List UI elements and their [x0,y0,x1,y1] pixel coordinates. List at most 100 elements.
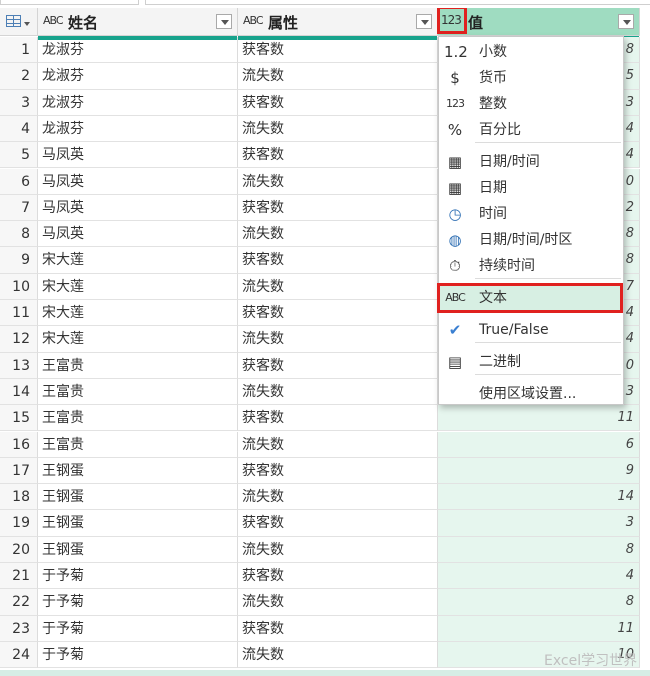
row-number[interactable]: 18 [0,484,38,511]
cell-name[interactable]: 王钢蛋 [38,457,238,485]
menu-item-locale[interactable]: 使用区域设置... [439,381,623,407]
cell-attr[interactable]: 流失数 [238,115,438,143]
row-number[interactable]: 19 [0,510,38,537]
cell-attr[interactable]: 流失数 [238,221,438,248]
cell-name[interactable]: 于予菊 [38,615,238,642]
row-number[interactable]: 8 [0,221,38,248]
cell-attr[interactable]: 获客数 [238,89,438,116]
cell-name[interactable]: 王富贵 [38,405,238,432]
cell-name[interactable]: 王富贵 [38,352,238,379]
cell-name[interactable]: 于予菊 [38,563,238,590]
cell-attr[interactable]: 流失数 [238,63,438,90]
row-number[interactable]: 20 [0,536,38,563]
row-number[interactable]: 6 [0,168,38,195]
menu-item-decimal[interactable]: 1.2 小数 [439,39,623,65]
cell-name[interactable]: 马凤英 [38,194,238,222]
menu-item-text[interactable]: ABC 文本 [437,283,623,313]
cell-name[interactable]: 马凤英 [38,142,238,169]
cell-name[interactable]: 于予菊 [38,641,238,669]
menu-item-currency[interactable]: $ 货币 [439,65,623,91]
menu-item-duration[interactable]: ⏱ 持续时间 [439,253,623,279]
menu-item-percent[interactable]: % 百分比 [439,117,623,143]
name-box[interactable] [0,0,139,5]
cell-name[interactable]: 马凤英 [38,221,238,248]
cell-value[interactable]: 8 [438,589,640,616]
cell-attr[interactable]: 流失数 [238,589,438,616]
row-number[interactable]: 12 [0,326,38,353]
filter-dropdown-button[interactable] [216,14,232,29]
cell-value[interactable]: 11 [438,615,640,642]
cell-value[interactable]: 9 [438,457,640,485]
menu-item-binary[interactable]: ▤ 二进制 [439,349,623,375]
row-number[interactable]: 4 [0,115,38,143]
cell-attr[interactable]: 获客数 [238,405,438,432]
menu-item-whole-number[interactable]: 123 整数 [439,91,623,117]
row-number[interactable]: 5 [0,142,38,169]
text-type-icon[interactable]: ABC [243,14,264,27]
cell-attr[interactable]: 流失数 [238,168,438,195]
cell-value[interactable]: 4 [438,563,640,590]
cell-attr[interactable]: 获客数 [238,142,438,169]
row-number[interactable]: 13 [0,352,38,379]
row-number[interactable]: 17 [0,457,38,485]
row-number[interactable]: 10 [0,273,38,300]
cell-name[interactable]: 王富贵 [38,431,238,458]
menu-item-datetimezone[interactable]: ◍ 日期/时间/时区 [439,227,623,253]
row-number[interactable]: 1 [0,37,38,64]
row-number[interactable]: 15 [0,405,38,432]
cell-name[interactable]: 龙淑芬 [38,115,238,143]
cell-attr[interactable]: 流失数 [238,273,438,300]
row-number[interactable]: 11 [0,300,38,327]
cell-name[interactable]: 宋大莲 [38,300,238,327]
cell-name[interactable]: 宋大莲 [38,326,238,353]
row-number[interactable]: 23 [0,615,38,642]
row-number[interactable]: 7 [0,194,38,222]
column-header-attr[interactable]: ABC 属性 [238,8,438,40]
filter-dropdown-button[interactable] [416,14,432,29]
cell-name[interactable]: 龙淑芬 [38,63,238,90]
cell-attr[interactable]: 获客数 [238,615,438,642]
cell-name[interactable]: 宋大莲 [38,273,238,300]
cell-attr[interactable]: 获客数 [238,37,438,64]
menu-item-time[interactable]: ◷ 时间 [439,201,623,227]
cell-attr[interactable]: 获客数 [238,194,438,222]
row-number[interactable]: 9 [0,247,38,274]
cell-value[interactable]: 11 [438,405,640,432]
cell-name[interactable]: 王钢蛋 [38,510,238,537]
cell-attr[interactable]: 流失数 [238,326,438,353]
whole-number-type-icon[interactable]: 123 [441,13,462,27]
cell-attr[interactable]: 获客数 [238,352,438,379]
cell-name[interactable]: 王钢蛋 [38,484,238,511]
cell-value[interactable]: 8 [438,536,640,563]
table-menu-button[interactable] [0,8,38,36]
cell-attr[interactable]: 获客数 [238,457,438,485]
cell-attr[interactable]: 获客数 [238,563,438,590]
row-number[interactable]: 2 [0,63,38,90]
cell-attr[interactable]: 流失数 [238,536,438,563]
cell-attr[interactable]: 流失数 [238,641,438,669]
row-number[interactable]: 16 [0,431,38,458]
row-number[interactable]: 21 [0,563,38,590]
column-header-name[interactable]: ABC 姓名 [38,8,238,40]
cell-name[interactable]: 宋大莲 [38,247,238,274]
cell-name[interactable]: 王富贵 [38,378,238,406]
formula-box[interactable] [145,0,650,5]
cell-name[interactable]: 龙淑芬 [38,89,238,116]
cell-attr[interactable]: 流失数 [238,378,438,406]
cell-value[interactable]: 14 [438,484,640,511]
cell-name[interactable]: 马凤英 [38,168,238,195]
row-number[interactable]: 3 [0,89,38,116]
cell-name[interactable]: 王钢蛋 [38,536,238,563]
column-header-value[interactable]: 123 值 [437,8,640,40]
cell-attr[interactable]: 获客数 [238,510,438,537]
cell-attr[interactable]: 流失数 [238,431,438,458]
menu-item-date[interactable]: ▦ 日期 [439,175,623,201]
cell-name[interactable]: 于予菊 [38,589,238,616]
cell-name[interactable]: 龙淑芬 [38,37,238,64]
row-number[interactable]: 14 [0,378,38,406]
row-number[interactable]: 24 [0,641,38,669]
menu-item-datetime[interactable]: ▦ 日期/时间 [439,149,623,175]
text-type-icon[interactable]: ABC [43,14,64,27]
menu-item-true-false[interactable]: ✔ True/False [439,317,623,343]
cell-value[interactable]: 6 [438,431,640,458]
